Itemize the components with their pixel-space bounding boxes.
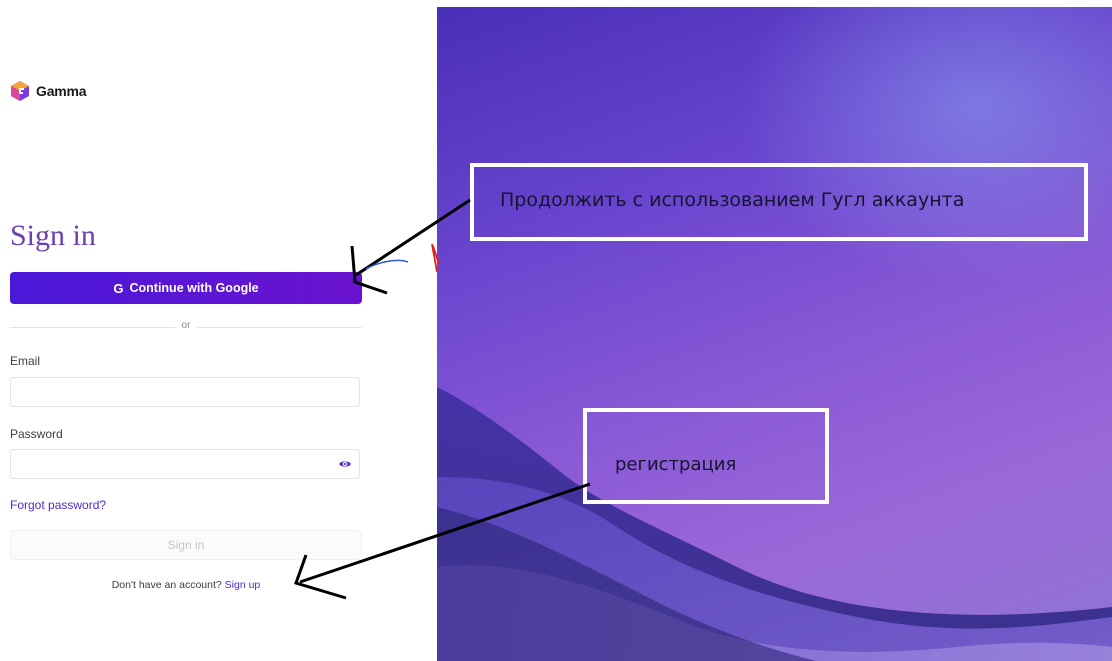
show-password-icon[interactable] xyxy=(338,457,352,471)
forgot-password-link[interactable]: Forgot password? xyxy=(10,498,106,512)
brand-name: Gamma xyxy=(36,83,87,99)
gamma-logo-icon xyxy=(11,81,29,101)
email-field[interactable] xyxy=(10,377,360,407)
signin-panel: Gamma Sign in G Continue with Google or … xyxy=(0,0,437,661)
sign-in-button[interactable]: Sign in xyxy=(10,530,362,560)
annotation-signup-box: регистрация xyxy=(583,408,829,504)
email-label: Email xyxy=(10,354,41,368)
continue-with-google-button[interactable]: G Continue with Google xyxy=(10,272,362,304)
page: Gamma Sign in G Continue with Google or … xyxy=(0,0,1112,661)
or-divider: or xyxy=(10,319,362,335)
signup-prompt: Don't have an account? Sign up xyxy=(10,579,362,591)
sign-up-link[interactable]: Sign up xyxy=(225,579,261,591)
divider-text: or xyxy=(181,320,191,331)
google-button-label: Continue with Google xyxy=(129,281,259,295)
no-account-text: Don't have an account? xyxy=(111,579,222,591)
mountain-landscape-image xyxy=(437,387,1112,661)
divider-line-right xyxy=(197,327,362,328)
google-icon: G xyxy=(113,280,124,296)
password-field[interactable] xyxy=(10,449,360,479)
annotation-google-box: Продолжить с использованием Гугл аккаунт… xyxy=(470,163,1088,241)
page-title: Sign in xyxy=(10,219,96,252)
hero-background xyxy=(437,7,1112,661)
password-label: Password xyxy=(10,427,63,441)
brand-logo[interactable]: Gamma xyxy=(10,80,87,102)
